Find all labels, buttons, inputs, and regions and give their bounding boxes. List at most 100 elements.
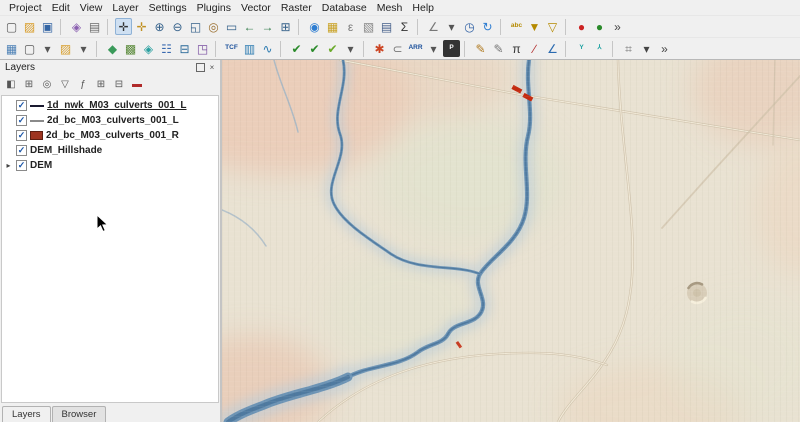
tab-browser[interactable]: Browser	[52, 406, 107, 422]
pan-map-icon[interactable]: ✛	[115, 18, 132, 35]
edit-style-icon[interactable]: ✎	[472, 40, 489, 57]
tcf-icon[interactable]: TCF	[223, 40, 240, 57]
layer-row[interactable]: ✓ 2d_bc_M03_culverts_001_R	[2, 128, 218, 143]
layer-name[interactable]: DEM	[30, 160, 52, 171]
deselect-icon[interactable]: ▧	[360, 18, 377, 35]
open-data-folder-icon[interactable]: ▨	[57, 40, 74, 57]
menu-mesh[interactable]: Mesh	[372, 1, 408, 15]
new-layer-icon[interactable]: ▢	[21, 40, 38, 57]
layer-name[interactable]: 2d_bc_M03_culverts_001_R	[46, 130, 179, 141]
menu-layer[interactable]: Layer	[107, 1, 143, 15]
add-raster-layer-icon[interactable]: ▩	[122, 40, 139, 57]
zoom-next-icon[interactable]: →	[259, 18, 276, 35]
layer-checkbox[interactable]: ✓	[16, 160, 27, 171]
zoom-to-selection-icon[interactable]: ◎	[205, 18, 222, 35]
filter-legend-icon[interactable]: ▽	[57, 77, 73, 93]
tuflow-grid-icon[interactable]: ▥	[241, 40, 258, 57]
new-map-view-icon[interactable]: ⊞	[277, 18, 294, 35]
layer-checkbox[interactable]: ✓	[16, 115, 27, 126]
check-integrity-icon[interactable]: ✔	[324, 40, 341, 57]
edit-label-icon[interactable]: ✎	[490, 40, 507, 57]
filter-expression-icon[interactable]: ƒ	[75, 77, 91, 93]
measure-icon[interactable]: ∠	[425, 18, 442, 35]
statistics-icon[interactable]: Σ	[396, 18, 413, 35]
zoom-last-icon[interactable]: ←	[241, 18, 258, 35]
import-burst-icon[interactable]: ✱	[371, 40, 388, 57]
arr-caret-icon[interactable]: ▾	[425, 40, 442, 57]
p-tool-icon[interactable]: P	[443, 40, 460, 57]
project-save-icon[interactable]: ▣	[39, 18, 56, 35]
menu-plugins[interactable]: Plugins	[192, 1, 236, 15]
menu-vector[interactable]: Vector	[236, 1, 276, 15]
layer-row[interactable]: ✓ DEM_Hillshade	[2, 143, 218, 158]
toolbar-overflow-icon[interactable]: »	[609, 18, 626, 35]
marker-red-icon[interactable]: ●	[573, 18, 590, 35]
collapse-all-icon[interactable]: ⊟	[111, 77, 127, 93]
menu-view[interactable]: View	[75, 1, 108, 15]
tab-layers[interactable]: Layers	[2, 406, 51, 422]
label-pin-icon[interactable]: ▼	[526, 18, 543, 35]
attach-icon[interactable]: ⊂	[389, 40, 406, 57]
add-vector-layer-icon[interactable]: ◆	[104, 40, 121, 57]
angle-icon[interactable]: ∠	[544, 40, 561, 57]
check-1d-icon[interactable]: ✔	[288, 40, 305, 57]
second-overflow-icon[interactable]: »	[656, 40, 673, 57]
layer-name[interactable]: 1d_nwk_M03_culverts_001_L	[47, 100, 187, 111]
label-highlight-icon[interactable]: ▽	[544, 18, 561, 35]
layer-name[interactable]: DEM_Hillshade	[30, 145, 102, 156]
add-group-icon[interactable]: ⊞	[21, 77, 37, 93]
second-overflow-caret-icon[interactable]: ▾	[638, 40, 655, 57]
manage-map-themes-icon[interactable]: ◎	[39, 77, 55, 93]
layer-checkbox[interactable]: ✓	[16, 100, 27, 111]
pan-to-selection-icon[interactable]: ✛	[133, 18, 150, 35]
project-new-icon[interactable]: ▢	[3, 18, 20, 35]
add-database-layer-icon[interactable]: ⊟	[176, 40, 193, 57]
folder-caret-icon[interactable]: ▾	[75, 40, 92, 57]
temporal-controller-icon[interactable]: ◷	[461, 18, 478, 35]
layer-row[interactable]: ▸ ✓ DEM	[2, 158, 218, 173]
arr-icon[interactable]: ARR	[407, 40, 424, 57]
select-expression-icon[interactable]: ε	[342, 18, 359, 35]
menu-help[interactable]: Help	[407, 1, 439, 15]
map-canvas[interactable]	[222, 60, 800, 422]
expand-all-icon[interactable]: ⊞	[93, 77, 109, 93]
zoom-out-icon[interactable]: ⊖	[169, 18, 186, 35]
layer-name[interactable]: 2d_bc_M03_culverts_001_L	[47, 115, 179, 126]
check-2d-icon[interactable]: ✔	[306, 40, 323, 57]
layout-manager-icon[interactable]: ▤	[86, 18, 103, 35]
refresh-icon[interactable]: ↻	[479, 18, 496, 35]
panel-undock-button[interactable]	[195, 63, 205, 73]
menu-project[interactable]: Project	[4, 1, 47, 15]
layer-checkbox[interactable]: ✓	[16, 145, 27, 156]
menu-settings[interactable]: Settings	[144, 1, 192, 15]
menu-database[interactable]: Database	[317, 1, 372, 15]
add-wms-layer-icon[interactable]: ◳	[194, 40, 211, 57]
menu-edit[interactable]: Edit	[47, 1, 75, 15]
zoom-in-icon[interactable]: ⊕	[151, 18, 168, 35]
check-caret-icon[interactable]: ▾	[342, 40, 359, 57]
label-abc-icon[interactable]: abc	[508, 18, 525, 35]
zoom-full-icon[interactable]: ◱	[187, 18, 204, 35]
profile-line-icon[interactable]: ∕	[526, 40, 543, 57]
marker-green-icon[interactable]: ●	[591, 18, 608, 35]
layer-row[interactable]: ✓ 1d_nwk_M03_culverts_001_L	[2, 98, 218, 113]
add-mesh-layer-icon[interactable]: ◈	[140, 40, 157, 57]
menu-raster[interactable]: Raster	[276, 1, 317, 15]
expand-arrow-icon[interactable]: ▸	[4, 161, 13, 170]
identify-icon[interactable]: ◉	[306, 18, 323, 35]
select-features-icon[interactable]: ▦	[324, 18, 341, 35]
layer-checkbox[interactable]: ✓	[16, 130, 27, 141]
remove-layer-icon[interactable]: ▬	[129, 77, 145, 93]
measure-caret-icon[interactable]: ▾	[443, 18, 460, 35]
open-layer-styling-icon[interactable]: ◧	[3, 77, 19, 93]
flow-trace-icon[interactable]: Y	[573, 40, 590, 57]
zoom-to-layer-icon[interactable]: ▭	[223, 18, 240, 35]
grid-tool-icon[interactable]: ⌗	[620, 40, 637, 57]
flow-trace-down-icon[interactable]: ⅄	[591, 40, 608, 57]
tuflow-plot-icon[interactable]: ∿	[259, 40, 276, 57]
style-manager-icon[interactable]: ◈	[68, 18, 85, 35]
panel-close-button[interactable]: ×	[207, 63, 217, 73]
add-delimited-text-icon[interactable]: ☷	[158, 40, 175, 57]
attribute-table-icon[interactable]: ▤	[378, 18, 395, 35]
project-open-icon[interactable]: ▨	[21, 18, 38, 35]
